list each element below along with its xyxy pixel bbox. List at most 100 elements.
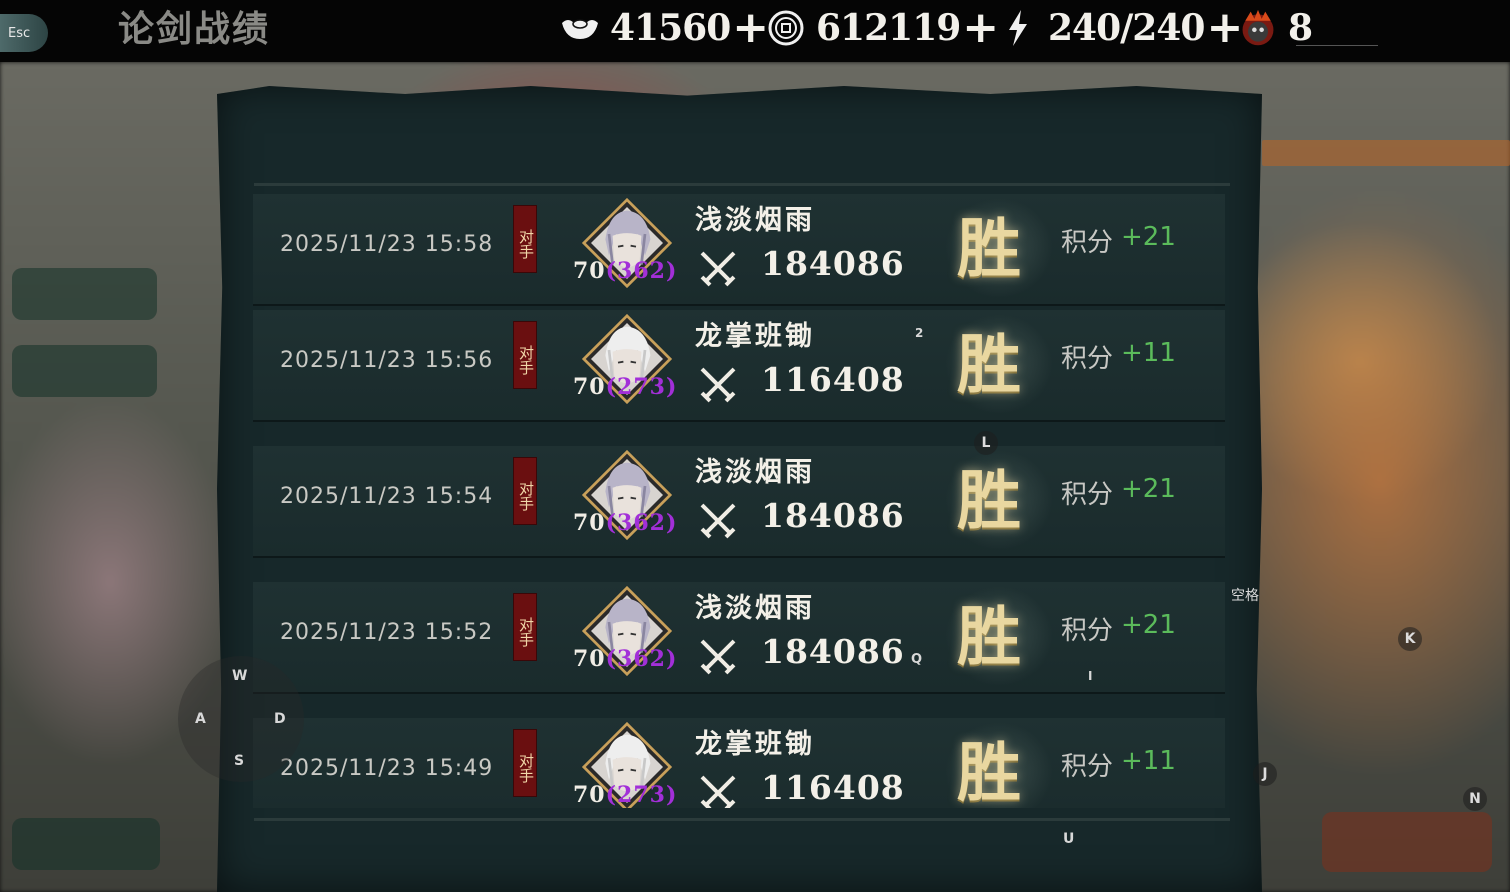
level-value: 70	[573, 782, 606, 808]
key-hint-a: A	[195, 711, 206, 727]
combat-power: 184086	[761, 632, 905, 671]
battle-date: 2025/11/23 15:56	[280, 348, 494, 373]
token-resource: 8	[1238, 6, 1313, 50]
silver-resource: 41560 +	[560, 6, 769, 50]
opponent-level: 70(362)	[573, 510, 677, 536]
rank-value: (273)	[605, 782, 678, 808]
top-resource-bar: Esc 论剑战绩 41560 + 612119 + 240/240 + 8	[0, 0, 1510, 62]
battle-record-row[interactable]: 2025/11/23 15:58 对手 70(362) 浅淡烟雨 184086 …	[253, 194, 1225, 306]
opponent-name: 龙掌班锄	[695, 321, 815, 352]
battle-date: 2025/11/23 15:58	[280, 232, 494, 257]
demon-mask-token-icon	[1238, 8, 1278, 48]
score-label: 积分	[1061, 480, 1114, 510]
key-hint-q: Q	[911, 652, 923, 667]
key-hint-d: D	[274, 711, 286, 727]
battle-result: 胜	[957, 212, 1021, 287]
esc-back-button[interactable]: Esc	[0, 14, 48, 52]
opponent-name: 浅淡烟雨	[695, 593, 815, 624]
crossed-swords-icon	[696, 635, 740, 679]
opponent-level: 70(362)	[573, 646, 677, 672]
key-hint-2: 2	[915, 326, 924, 340]
opponent-tag: 对手	[514, 322, 536, 388]
add-silver-button[interactable]: +	[732, 6, 769, 50]
battle-record-row[interactable]: 2025/11/23 15:52 对手 70(362) 浅淡烟雨 184086 …	[253, 582, 1225, 694]
score-change: +21	[1121, 610, 1176, 640]
score-label: 积分	[1061, 344, 1114, 374]
battle-result: 胜	[957, 328, 1021, 403]
energy-amount: 240/240	[1048, 7, 1205, 49]
battle-record-list[interactable]: 2025/11/23 15:58 对手 70(362) 浅淡烟雨 184086 …	[253, 194, 1225, 808]
rank-value: (362)	[605, 258, 678, 284]
battle-result: 胜	[957, 600, 1021, 675]
lightning-energy-icon	[998, 8, 1038, 48]
crossed-swords-icon	[696, 499, 740, 543]
score-change: +21	[1121, 222, 1176, 252]
opponent-tag: 对手	[514, 730, 536, 796]
opponent-tag: 对手	[514, 458, 536, 524]
background-menu-button	[12, 268, 157, 320]
crossed-swords-icon	[696, 771, 740, 808]
score-change: +11	[1121, 338, 1176, 368]
silver-ingot-icon	[560, 8, 600, 48]
background-menu-button	[12, 345, 157, 397]
key-hint-k: K	[1398, 627, 1422, 651]
opponent-name: 龙掌班锄	[695, 729, 815, 760]
score-change: +21	[1121, 474, 1176, 504]
combat-power: 184086	[761, 496, 905, 535]
rank-value: (362)	[605, 510, 678, 536]
opponent-level: 70(273)	[573, 374, 677, 400]
level-value: 70	[573, 646, 606, 672]
opponent-level: 70(273)	[573, 782, 677, 808]
battle-date: 2025/11/23 15:54	[280, 484, 494, 509]
combat-power: 184086	[761, 244, 905, 283]
crossed-swords-icon	[696, 247, 740, 291]
battle-date: 2025/11/23 15:52	[280, 620, 494, 645]
esc-label: Esc	[8, 25, 31, 41]
combat-power: 116408	[761, 360, 905, 399]
battle-date: 2025/11/23 15:49	[280, 756, 494, 781]
background-banner	[1262, 140, 1510, 166]
key-hint-w: W	[232, 668, 248, 684]
level-value: 70	[573, 258, 606, 284]
energy-resource: 240/240 +	[998, 6, 1243, 50]
copper-amount: 612119	[816, 7, 961, 49]
divider	[1296, 45, 1378, 46]
key-hint-l: L	[974, 431, 998, 455]
rank-value: (362)	[605, 646, 678, 672]
list-bottom-divider	[254, 818, 1230, 821]
copper-resource: 612119 +	[766, 6, 999, 50]
score-label: 积分	[1061, 752, 1114, 782]
opponent-tag: 对手	[514, 594, 536, 660]
list-top-divider	[254, 183, 1230, 186]
opponent-level: 70(362)	[573, 258, 677, 284]
score-change: +11	[1121, 746, 1176, 776]
background-menu-button	[12, 818, 160, 870]
score-label: 积分	[1061, 616, 1114, 646]
key-hint-s: S	[234, 753, 245, 769]
key-hint-j: J	[1253, 762, 1277, 786]
opponent-name: 浅淡烟雨	[695, 205, 815, 236]
add-copper-button[interactable]: +	[962, 6, 999, 50]
key-hint-u: U	[1063, 831, 1075, 847]
key-hint-i: I	[1088, 669, 1093, 683]
key-hint-n: N	[1463, 787, 1487, 811]
score-label: 积分	[1061, 228, 1114, 258]
battle-result: 胜	[957, 464, 1021, 539]
battle-record-row[interactable]: 2025/11/23 15:54 对手 70(362) 浅淡烟雨 184086 …	[253, 446, 1225, 558]
token-amount: 8	[1288, 7, 1313, 49]
battle-result: 胜	[957, 736, 1021, 808]
opponent-name: 浅淡烟雨	[695, 457, 815, 488]
copper-coin-icon	[766, 8, 806, 48]
silver-amount: 41560	[610, 7, 731, 49]
battle-record-row[interactable]: 2025/11/23 15:49 对手 70(273) 龙掌班锄 116408 …	[253, 718, 1225, 808]
combat-power: 116408	[761, 768, 905, 807]
level-value: 70	[573, 510, 606, 536]
page-title: 论剑战绩	[118, 8, 271, 50]
key-hint-space: 空格	[1231, 588, 1259, 604]
opponent-tag: 对手	[514, 206, 536, 272]
crossed-swords-icon	[696, 363, 740, 407]
background-action-button	[1322, 812, 1492, 872]
level-value: 70	[573, 374, 606, 400]
rank-value: (273)	[605, 374, 678, 400]
battle-record-row[interactable]: 2025/11/23 15:56 对手 70(273) 龙掌班锄 116408 …	[253, 310, 1225, 422]
